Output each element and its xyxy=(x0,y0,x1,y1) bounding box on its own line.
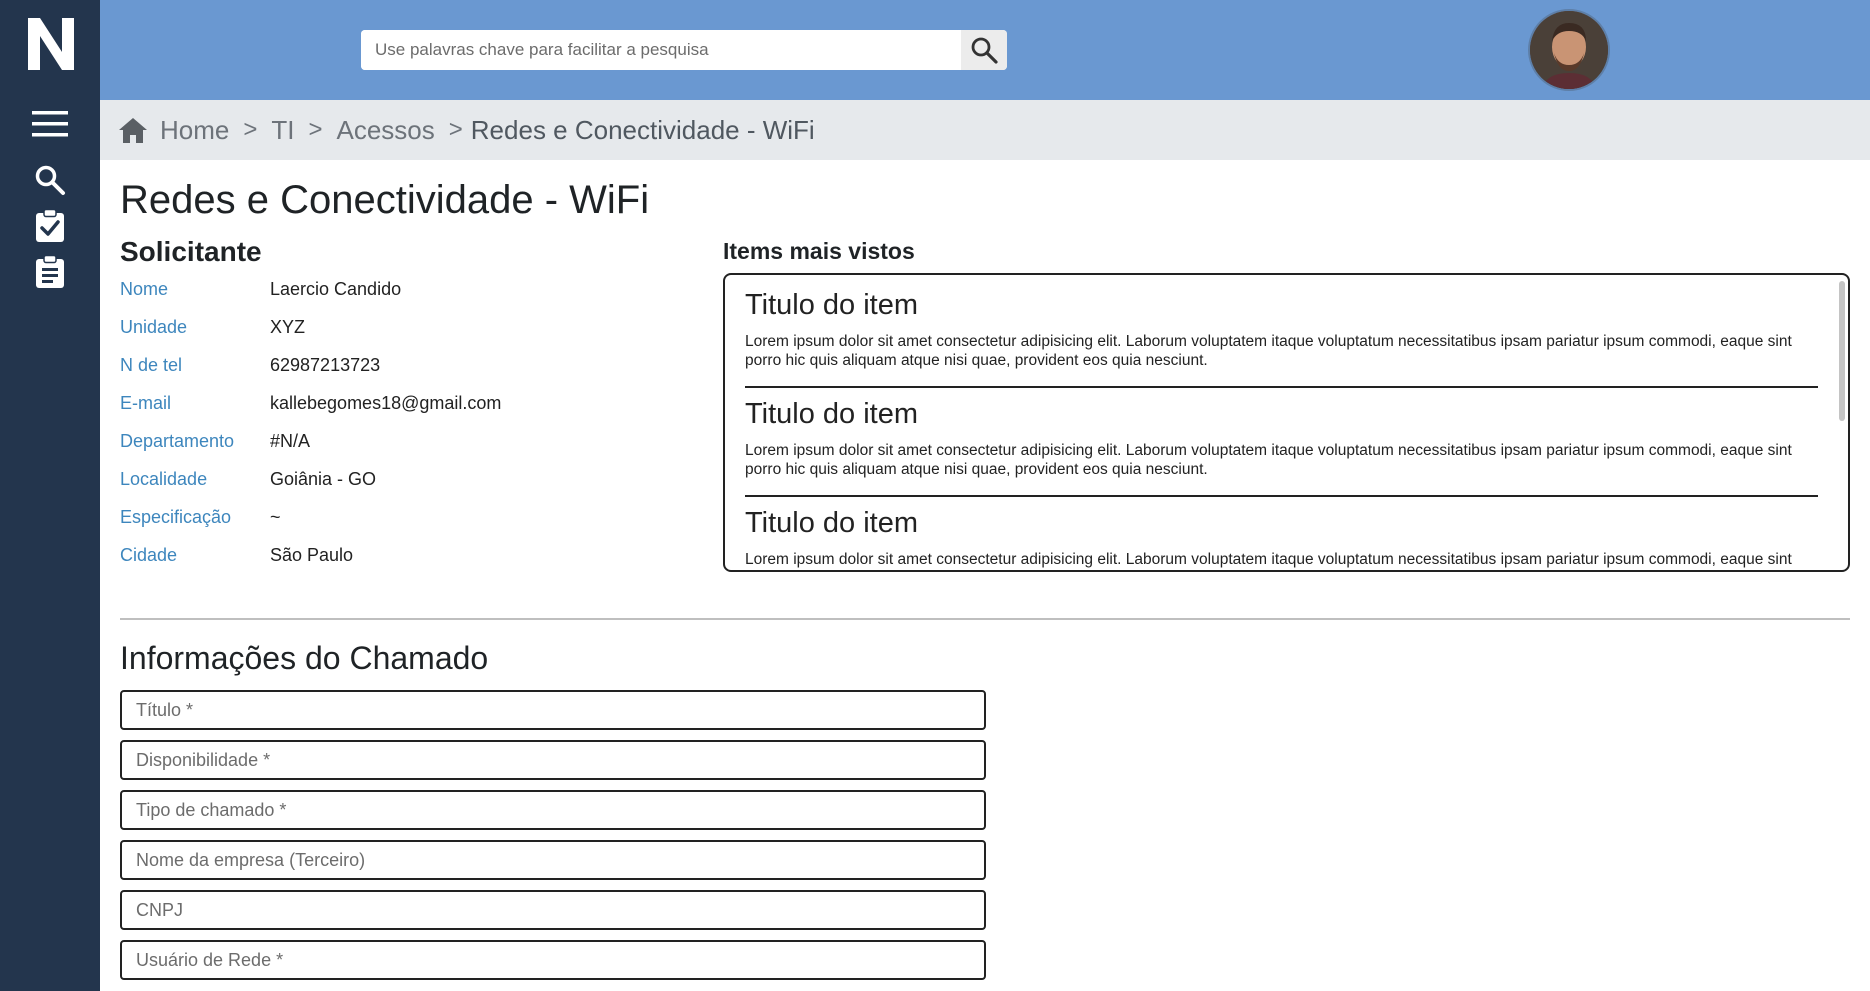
search-icon xyxy=(971,37,998,64)
cnpj-input[interactable] xyxy=(122,892,984,928)
breadcrumb-separator: > xyxy=(448,116,463,143)
item-title[interactable]: Titulo do item xyxy=(745,507,1818,540)
info-value: ~ xyxy=(270,507,281,527)
breadcrumb-ti[interactable]: TI xyxy=(271,115,294,146)
network-user-input[interactable] xyxy=(122,942,984,978)
breadcrumb-separator: > xyxy=(243,116,258,143)
title-input[interactable] xyxy=(122,692,984,728)
info-row-nome: Nome Laercio Candido xyxy=(120,279,401,300)
company-name-input[interactable] xyxy=(122,842,984,878)
breadcrumb-current: Redes e Conectividade - WiFi xyxy=(470,114,815,145)
breadcrumb-home[interactable]: Home xyxy=(160,115,229,146)
most-viewed-list[interactable]: Titulo do item Lorem ipsum dolor sit ame… xyxy=(723,273,1850,572)
item-text: Lorem ipsum dolor sit amet consectetur a… xyxy=(745,333,1792,369)
home-icon[interactable] xyxy=(118,116,148,144)
info-value: #N/A xyxy=(270,431,311,451)
info-label: Nome xyxy=(120,279,169,299)
availability-field xyxy=(120,740,986,780)
list-item[interactable]: Titulo do item Lorem ipsum dolor sit ame… xyxy=(745,398,1818,497)
app-logo[interactable] xyxy=(24,14,78,74)
scrollbar-thumb[interactable] xyxy=(1839,281,1845,421)
ticket-type-input[interactable] xyxy=(122,792,984,828)
logo-n-icon xyxy=(28,18,74,70)
info-value: XYZ xyxy=(270,317,306,337)
info-row-localidade: Localidade Goiânia - GO xyxy=(120,469,376,490)
search-button[interactable] xyxy=(961,30,1007,70)
info-label: Departamento xyxy=(120,431,235,451)
info-row-unidade: Unidade XYZ xyxy=(120,317,305,338)
list-item[interactable]: Titulo do item Lorem ipsum dolor sit ame… xyxy=(745,507,1818,570)
info-row-departamento: Departamento #N/A xyxy=(120,431,310,452)
ticket-form-heading: Informações do Chamado xyxy=(120,640,489,676)
info-label: Unidade xyxy=(120,317,188,337)
info-row-email: E-mail kallebegomes18@gmail.com xyxy=(120,393,501,414)
user-photo-icon xyxy=(1530,11,1608,89)
item-title[interactable]: Titulo do item xyxy=(745,289,1818,322)
section-divider xyxy=(120,618,1850,620)
company-name-field xyxy=(120,840,986,880)
clipboard-check-icon[interactable] xyxy=(30,206,70,246)
item-text: Lorem ipsum dolor sit amet consectetur a… xyxy=(745,551,1792,568)
title-field xyxy=(120,690,986,730)
info-row-telefone: N de tel 62987213723 xyxy=(120,355,380,376)
info-value: Goiânia - GO xyxy=(270,469,377,489)
search-icon[interactable] xyxy=(30,160,70,200)
list-item[interactable]: Titulo do item Lorem ipsum dolor sit ame… xyxy=(745,289,1818,388)
info-label: N de tel xyxy=(120,355,183,375)
search-input[interactable] xyxy=(361,30,961,70)
user-avatar[interactable] xyxy=(1528,9,1610,91)
info-label: Localidade xyxy=(120,469,208,489)
breadcrumb: Home > TI > Acessos > Redes e Conectivid… xyxy=(100,100,1870,160)
cnpj-field xyxy=(120,890,986,930)
ticket-type-field xyxy=(120,790,986,830)
info-label: Especificação xyxy=(120,507,232,527)
info-label: E-mail xyxy=(120,393,172,413)
availability-input[interactable] xyxy=(122,742,984,778)
network-user-field xyxy=(120,940,986,980)
requester-heading: Solicitante xyxy=(120,236,262,267)
most-viewed-heading: Items mais vistos xyxy=(723,238,915,264)
breadcrumb-acessos[interactable]: Acessos xyxy=(337,115,435,146)
clipboard-list-icon[interactable] xyxy=(30,252,70,292)
info-value: Laercio Candido xyxy=(270,279,402,299)
info-value: São Paulo xyxy=(270,545,354,565)
item-title[interactable]: Titulo do item xyxy=(745,398,1818,431)
search-bar xyxy=(361,30,1007,70)
sidebar xyxy=(0,0,100,991)
info-label: Cidade xyxy=(120,545,178,565)
info-row-cidade: Cidade São Paulo xyxy=(120,545,353,566)
info-value: kallebegomes18@gmail.com xyxy=(270,393,502,413)
breadcrumb-separator: > xyxy=(308,116,323,143)
menu-icon[interactable] xyxy=(30,104,70,144)
top-bar xyxy=(100,0,1870,100)
item-text: Lorem ipsum dolor sit amet consectetur a… xyxy=(745,442,1792,478)
page-title: Redes e Conectividade - WiFi xyxy=(120,178,650,222)
info-value: 62987213723 xyxy=(270,355,381,375)
info-row-especificacao: Especificação ~ xyxy=(120,507,281,528)
